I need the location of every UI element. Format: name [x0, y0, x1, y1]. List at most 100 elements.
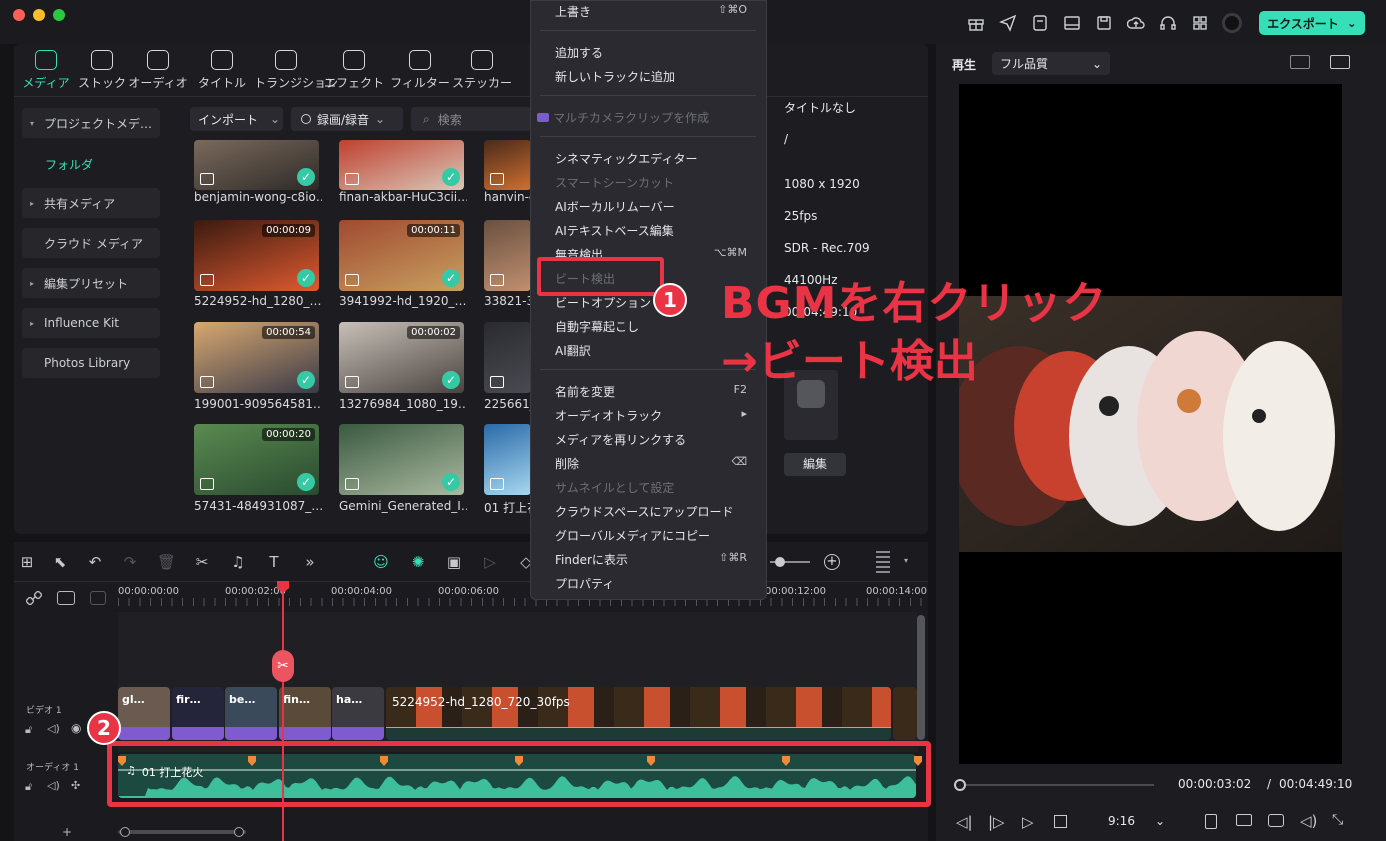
- minimize-window-button[interactable]: [33, 9, 45, 21]
- cloud-upload-icon[interactable]: [1127, 14, 1145, 32]
- ai-audio-icon[interactable]: ✣: [71, 779, 80, 792]
- menu-item[interactable]: 削除 ⌫: [555, 455, 755, 472]
- menu-item[interactable]: グローバルメディアにコピー: [555, 527, 755, 544]
- more-icon[interactable]: »: [301, 553, 319, 571]
- next-frame-icon[interactable]: |▷: [988, 813, 1005, 831]
- eye-icon[interactable]: ◉: [71, 721, 81, 735]
- task-icon[interactable]: [1031, 14, 1049, 32]
- video-clip[interactable]: gl…: [118, 687, 170, 740]
- close-window-button[interactable]: [13, 9, 25, 21]
- tab-filter[interactable]: フィルター: [388, 50, 452, 96]
- menu-item[interactable]: 追加する: [555, 44, 755, 61]
- tab-stock[interactable]: ストック: [70, 50, 134, 96]
- media-thumbnail[interactable]: 00:00:20 ✓: [194, 424, 319, 495]
- menu-item[interactable]: 新しいトラックに追加: [555, 68, 755, 85]
- send-icon[interactable]: [999, 14, 1017, 32]
- import-dropdown[interactable]: インポート ⌄: [190, 107, 283, 131]
- search-input[interactable]: ⌕ 検索: [411, 107, 531, 131]
- volume-icon[interactable]: ◁): [1300, 812, 1317, 830]
- record-dropdown[interactable]: 録画/録音 ⌄: [291, 107, 403, 131]
- scrubber-handle[interactable]: [954, 779, 966, 791]
- menu-item[interactable]: AIボーカルリムーバー: [555, 198, 755, 215]
- video-clip[interactable]: ha…: [332, 687, 384, 740]
- sidebar-item-folder[interactable]: フォルダ: [45, 156, 93, 173]
- zoom-in-icon[interactable]: +: [824, 554, 840, 570]
- speaker-icon[interactable]: ◁): [47, 722, 60, 735]
- beat-icon[interactable]: ✺: [409, 553, 427, 571]
- play-icon[interactable]: ▷: [1022, 813, 1034, 831]
- vertical-scrollbar[interactable]: [917, 615, 925, 740]
- camera-icon[interactable]: ▣: [445, 553, 463, 571]
- sidebar-item-shared-media[interactable]: ▸ 共有メディア: [22, 188, 160, 218]
- sidebar-item-cloud-media[interactable]: クラウド メディア: [22, 228, 160, 258]
- media-thumbnail[interactable]: [484, 424, 531, 495]
- fullscreen-icon[interactable]: ⤡: [1332, 812, 1343, 828]
- speaker-icon[interactable]: ◁): [47, 779, 60, 792]
- group-icon[interactable]: [57, 591, 75, 605]
- media-thumbnail[interactable]: [484, 140, 531, 190]
- save-icon[interactable]: [1095, 14, 1113, 32]
- layout-icon[interactable]: [1063, 14, 1081, 32]
- zoom-slider-handle[interactable]: [775, 557, 785, 567]
- aspect-dropdown[interactable]: 9:16 ⌄: [1100, 810, 1180, 832]
- menu-item[interactable]: クラウドスペースにアップロード: [555, 503, 755, 520]
- tab-transition[interactable]: トランジション: [254, 50, 338, 96]
- export-button[interactable]: エクスポート ⌄: [1259, 11, 1365, 35]
- ai-face-icon[interactable]: ☺: [372, 553, 390, 571]
- text-icon[interactable]: T: [265, 553, 283, 571]
- tab-effect[interactable]: エフェクト: [322, 50, 386, 96]
- media-thumbnail[interactable]: 00:00:54 ✓: [194, 322, 319, 393]
- compare-view-icon[interactable]: [1290, 55, 1310, 69]
- headset-icon[interactable]: [1159, 14, 1177, 32]
- scrollbar-handle-right[interactable]: [234, 827, 244, 837]
- horizontal-scrollbar[interactable]: [118, 830, 246, 834]
- lock-icon[interactable]: 🔓︎: [25, 780, 32, 794]
- monitor-icon[interactable]: [1236, 814, 1252, 826]
- stop-icon[interactable]: [1054, 815, 1067, 828]
- media-thumbnail[interactable]: 00:00:02 ✓: [339, 322, 464, 393]
- menu-item[interactable]: AIテキストベース編集: [555, 222, 755, 239]
- device-icon[interactable]: [1205, 814, 1217, 829]
- redo-icon[interactable]: ↷: [121, 553, 139, 571]
- add-track-button[interactable]: +: [62, 825, 72, 839]
- play-outline-icon[interactable]: ▷: [481, 553, 499, 571]
- quality-dropdown[interactable]: フル品質 ⌄: [992, 52, 1110, 75]
- menu-item[interactable]: オーディオトラック ▸: [555, 407, 755, 424]
- playback-scrubber[interactable]: [959, 784, 1154, 786]
- split-scissors-icon[interactable]: ✂: [272, 650, 294, 682]
- media-thumbnail[interactable]: ✓: [339, 140, 464, 190]
- menu-item[interactable]: Finderに表示 ⇧⌘R: [555, 551, 755, 568]
- prev-frame-icon[interactable]: ◁|: [956, 813, 973, 831]
- menu-item[interactable]: 上書き ⇧⌘O: [555, 3, 755, 20]
- menu-item[interactable]: メディアを再リンクする: [555, 431, 755, 448]
- track-height-icon[interactable]: [876, 551, 890, 573]
- media-thumbnail[interactable]: ✓: [194, 140, 319, 190]
- lock-icon[interactable]: 🔓︎: [25, 723, 32, 737]
- select-icon[interactable]: ⬉: [51, 553, 69, 571]
- audio-edit-icon[interactable]: ♫: [229, 553, 247, 571]
- media-thumbnail[interactable]: [484, 220, 531, 291]
- scrollbar-handle-left[interactable]: [120, 827, 130, 837]
- video-clip[interactable]: be…: [225, 687, 277, 740]
- gift-icon[interactable]: [967, 14, 985, 32]
- delete-icon[interactable]: 🗑︎: [157, 553, 176, 571]
- sidebar-item-project-media[interactable]: ▾ プロジェクトメデ…: [22, 108, 160, 138]
- undo-icon[interactable]: ↶: [86, 553, 104, 571]
- avatar[interactable]: [1222, 13, 1242, 33]
- scissors-icon[interactable]: ✂: [193, 553, 211, 571]
- sidebar-item-edit-presets[interactable]: ▸ 編集プリセット: [22, 268, 160, 298]
- media-thumbnail[interactable]: [484, 322, 531, 393]
- ungroup-icon[interactable]: [90, 591, 106, 605]
- snapshot-icon[interactable]: [1268, 814, 1284, 827]
- media-thumbnail[interactable]: 00:00:11 ✓: [339, 220, 464, 291]
- tab-title[interactable]: タイトル: [190, 50, 254, 96]
- image-icon[interactable]: [1330, 55, 1350, 69]
- media-thumbnail[interactable]: ✓: [339, 424, 464, 495]
- video-clip-end[interactable]: [893, 687, 917, 740]
- video-clip[interactable]: fin…: [279, 687, 331, 740]
- sidebar-item-photos-library[interactable]: Photos Library: [22, 348, 160, 378]
- grid-icon[interactable]: ⊞: [18, 553, 36, 571]
- zoom-window-button[interactable]: [53, 9, 65, 21]
- sidebar-item-influence-kit[interactable]: ▸ Influence Kit: [22, 308, 160, 338]
- tab-sticker[interactable]: ステッカー: [450, 50, 514, 96]
